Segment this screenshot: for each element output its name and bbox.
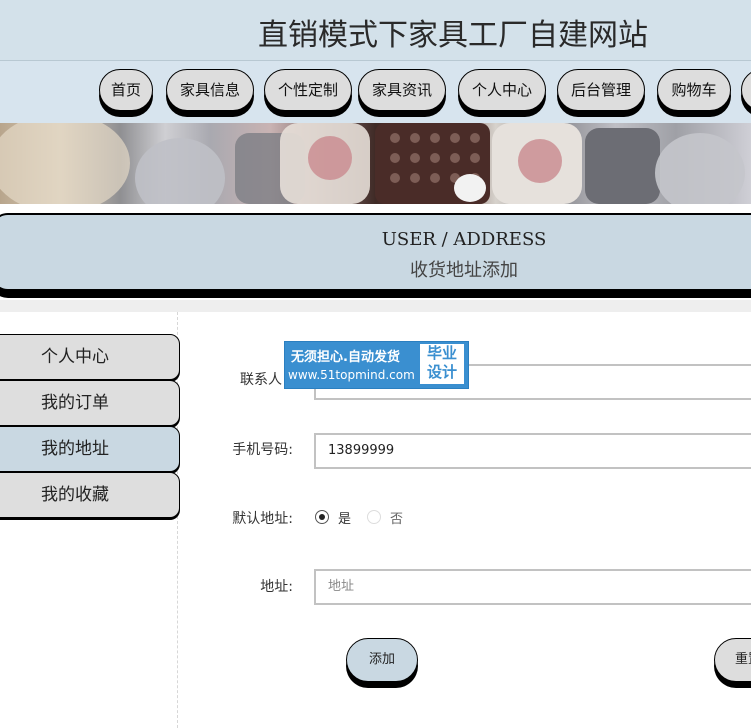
site-header: 直销模式下家具工厂自建网站 — [0, 0, 751, 61]
watermark-line1: 无须担心.自动发货 — [291, 350, 400, 365]
watermark-badge: 无须担心.自动发货 www.51topmind.com 毕业设计 — [284, 341, 469, 389]
nav-item-furniture-info[interactable]: 家具信息 — [166, 69, 254, 111]
nav-item-more[interactable] — [741, 69, 751, 111]
sidebar-item-orders[interactable]: 我的订单 — [0, 380, 180, 426]
sidebar-item-label: 我的地址 — [41, 439, 109, 459]
default-no-radio[interactable] — [367, 510, 381, 524]
default-no-label: 否 — [390, 512, 404, 527]
sidebar-item-favorites[interactable]: 我的收藏 — [0, 472, 180, 518]
sidebar-item-user-center[interactable]: 个人中心 — [0, 334, 180, 380]
phone-field[interactable]: 13899999 — [314, 433, 751, 469]
nav-item-news[interactable]: 家具资讯 — [358, 69, 446, 111]
sidebar-item-label: 我的收藏 — [41, 485, 109, 505]
address-label: 地址: — [260, 579, 293, 595]
page-title: 收货地址添加 — [410, 260, 518, 281]
nav-item-user-center[interactable]: 个人中心 — [458, 69, 546, 111]
add-button[interactable]: 添加 — [346, 638, 418, 682]
watermark-logo: 毕业设计 — [420, 344, 464, 384]
default-address-label: 默认地址: — [232, 511, 293, 527]
watermark-text: 无须担心.自动发货 www.51topmind.com — [285, 342, 419, 388]
watermark-line2: www.51topmind.com — [288, 368, 415, 382]
sidebar-item-label: 个人中心 — [41, 347, 109, 367]
section-divider — [0, 300, 751, 312]
nav-item-admin[interactable]: 后台管理 — [557, 69, 645, 111]
banner-image — [0, 123, 751, 204]
nav-item-cart[interactable]: 购物车 — [657, 69, 731, 111]
sidebar-item-address[interactable]: 我的地址 — [0, 426, 180, 472]
contact-label: 联系人 — [240, 372, 282, 388]
main-nav: 首页 家具信息 个性定制 家具资讯 个人中心 后台管理 购物车 — [0, 61, 751, 123]
reset-button[interactable]: 重置 — [714, 638, 751, 682]
sidebar-item-label: 我的订单 — [41, 393, 109, 413]
site-title: 直销模式下家具工厂自建网站 — [258, 18, 648, 53]
nav-item-home[interactable]: 首页 — [99, 69, 153, 111]
phone-label: 手机号码: — [232, 442, 293, 458]
address-field[interactable]: 地址 — [314, 569, 751, 605]
page-title-en: USER / ADDRESS — [381, 229, 547, 250]
nav-item-customization[interactable]: 个性定制 — [264, 69, 352, 111]
default-yes-radio[interactable] — [315, 510, 329, 524]
default-yes-label: 是 — [338, 512, 352, 527]
